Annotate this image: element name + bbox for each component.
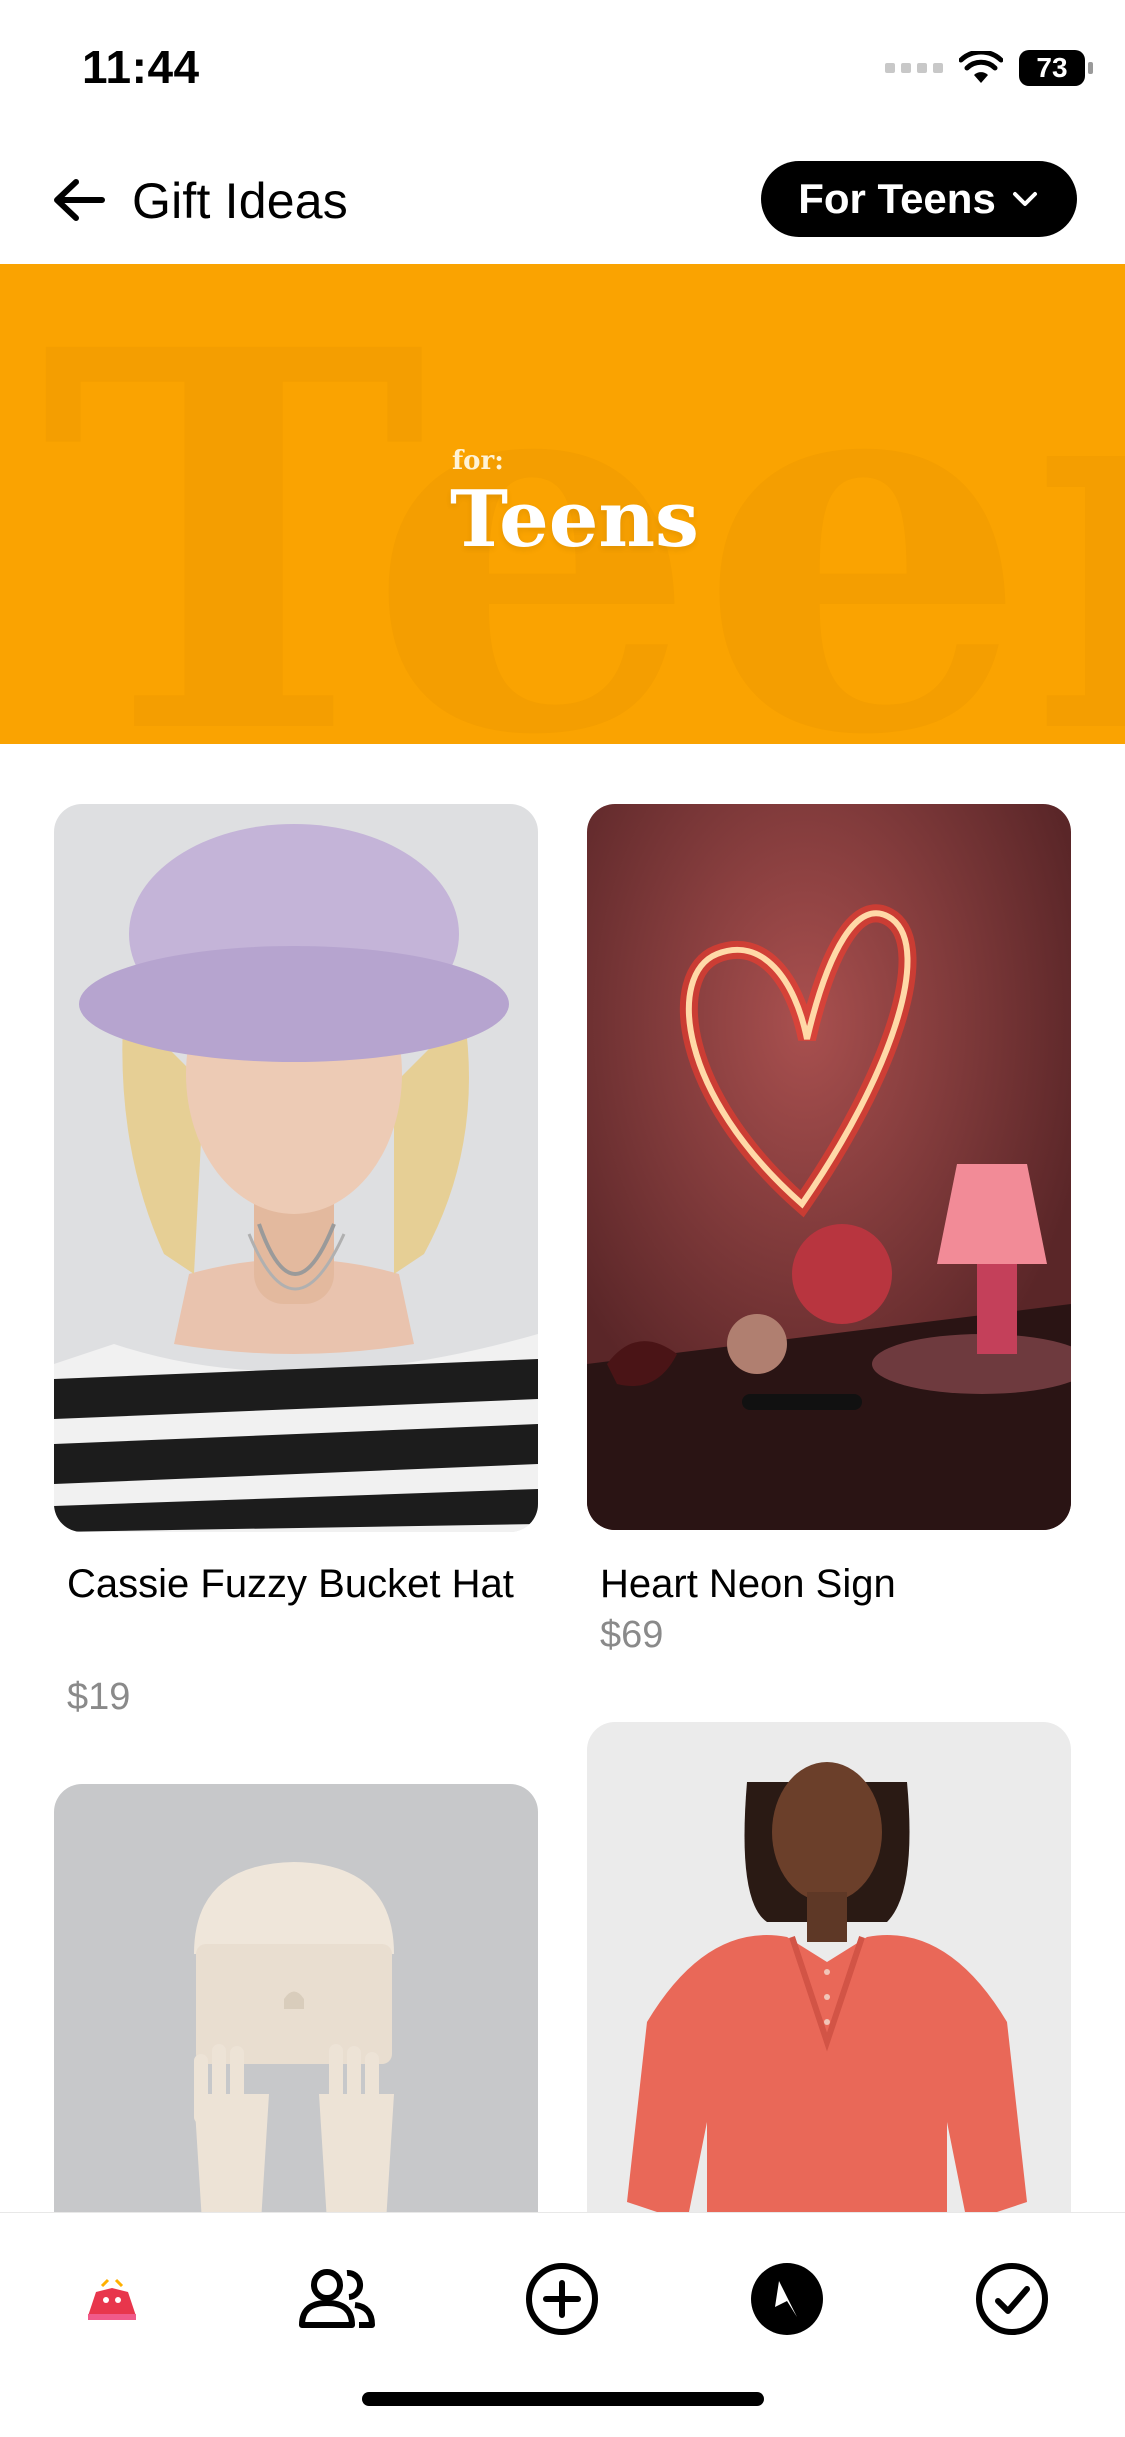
page-title: Gift Ideas xyxy=(132,173,348,229)
product-image-bucket-hat[interactable] xyxy=(54,804,538,1532)
tab-home[interactable] xyxy=(62,2249,162,2349)
tab-add[interactable] xyxy=(512,2249,612,2349)
battery-icon: 73 xyxy=(1019,50,1093,86)
product-image-heart-neon-sign[interactable] xyxy=(587,804,1071,1530)
nav-bar: Gift Ideas For Teens xyxy=(0,150,1125,260)
back-button[interactable] xyxy=(48,170,108,230)
battery-level: 73 xyxy=(1036,52,1068,83)
status-time: 11:44 xyxy=(82,41,200,93)
product-grid: Cassie Fuzzy Bucket Hat $19 Heart Neon S… xyxy=(0,744,1125,2212)
audience-filter-label: For Teens xyxy=(798,175,996,222)
banner-prefix: for: xyxy=(452,446,504,476)
banner-title: Teens xyxy=(450,474,699,565)
chevron-down-icon xyxy=(1012,192,1037,206)
plus-circle-icon xyxy=(526,2263,598,2335)
check-circle-icon xyxy=(976,2263,1048,2335)
product-name[interactable]: Heart Neon Sign xyxy=(600,1554,1060,1614)
audience-filter-dropdown[interactable]: For Teens xyxy=(761,161,1077,237)
product-name[interactable]: Cassie Fuzzy Bucket Hat xyxy=(67,1554,527,1614)
product-price: $69 xyxy=(600,1614,664,1656)
people-icon xyxy=(299,2269,375,2328)
product-price: $19 xyxy=(67,1676,131,1718)
tab-people[interactable] xyxy=(287,2249,387,2349)
status-bar: 11:44 73 xyxy=(0,0,1125,140)
tab-discover[interactable] xyxy=(737,2249,837,2349)
cellular-signal-icon xyxy=(885,63,943,73)
status-icons: 73 xyxy=(885,48,1093,88)
gift-mascot-icon xyxy=(88,2278,136,2320)
category-banner: Teens for: Teens xyxy=(0,264,1125,744)
tab-done[interactable] xyxy=(962,2249,1062,2349)
wifi-icon xyxy=(959,51,1003,83)
product-image-sweater[interactable] xyxy=(587,1722,1071,2212)
product-image-beanie-gloves[interactable] xyxy=(54,1784,538,2212)
home-indicator xyxy=(362,2392,764,2406)
arrow-left-icon xyxy=(54,179,105,221)
compass-icon xyxy=(751,2263,823,2335)
